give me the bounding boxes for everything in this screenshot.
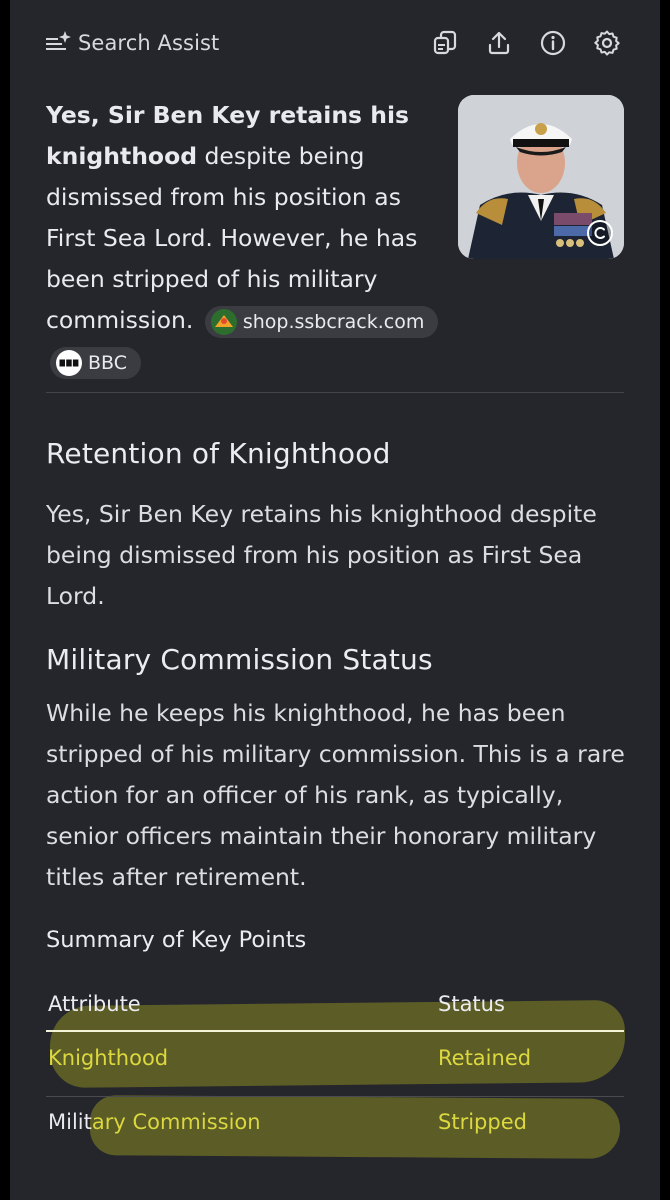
table-cell-attribute: Military Commission: [48, 1110, 261, 1134]
column-header-status: Status: [438, 992, 505, 1016]
citation-bbc-label: BBC: [88, 351, 128, 374]
table-cell-attribute-text: Military Commission: [48, 1110, 261, 1134]
ssbcrack-favicon: [210, 308, 237, 335]
column-header-attribute: Attribute: [48, 992, 141, 1016]
search-assist-panel: Search Assist Yes, Sir Ben Key retains h…: [10, 0, 660, 1200]
section-heading-commission: Military Commission Status: [46, 643, 433, 676]
copyright-icon: [586, 219, 614, 247]
section-divider: [46, 392, 624, 393]
citation-ssbcrack-label: shop.ssbcrack.com: [242, 310, 425, 333]
share-icon[interactable]: [482, 26, 516, 60]
panel-title: Search Assist: [78, 31, 220, 55]
section-heading-retention: Retention of Knighthood: [46, 437, 391, 470]
table-header-row: Attribute Status: [46, 978, 624, 1030]
table-cell-status: Retained: [438, 1046, 532, 1070]
bbc-favicon: [56, 349, 82, 376]
header-actions: [408, 26, 624, 60]
settings-icon[interactable]: [590, 26, 624, 60]
summary-table: Attribute Status Knighthood Retained Mil…: [46, 978, 624, 1160]
title-wrap: Search Assist: [44, 28, 219, 58]
info-icon[interactable]: [536, 26, 570, 60]
sparkle-list-icon: [44, 28, 74, 58]
table-cell-status: Stripped: [438, 1110, 527, 1134]
copy-icon[interactable]: [428, 26, 462, 60]
portrait-image[interactable]: [458, 95, 624, 259]
section-body-commission: While he keeps his knighthood, he has be…: [46, 699, 625, 891]
table-cell-attribute: Knighthood: [48, 1046, 169, 1070]
citation-bbc[interactable]: BBC: [50, 346, 142, 379]
answer-summary: Yes, Sir Ben Key retains his knighthood …: [46, 95, 446, 382]
summary-heading: Summary of Key Points: [46, 927, 307, 953]
citation-ssbcrack[interactable]: shop.ssbcrack.com: [204, 305, 439, 338]
table-row: Military Commission Stripped: [46, 1096, 624, 1160]
section-body-retention: Yes, Sir Ben Key retains his knighthood …: [46, 500, 597, 610]
table-row: Knighthood Retained: [46, 1032, 624, 1096]
header: Search Assist: [10, 0, 660, 86]
